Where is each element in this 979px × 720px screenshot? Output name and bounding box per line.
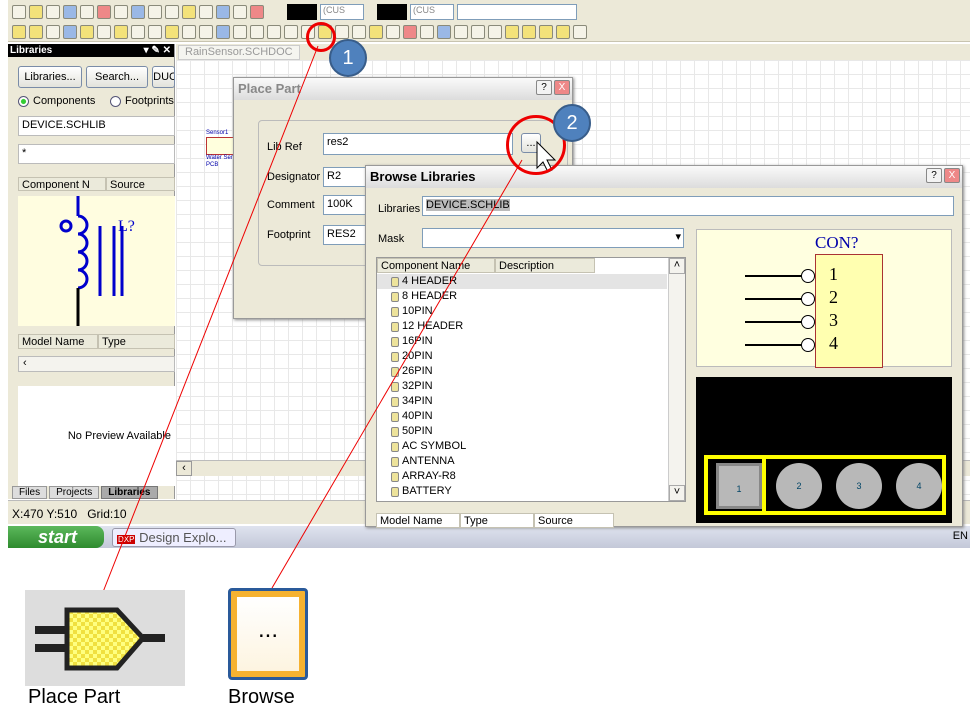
callout-2: 2 [553,104,591,142]
pointer-line-browse [271,159,523,589]
pointer-line-place-part [102,45,319,593]
place-part-large-icon [25,590,185,686]
browse-large-icon: ... [228,588,308,680]
callout-1: 1 [329,39,367,77]
browse-caption: Browse [228,686,295,708]
place-part-caption: Place Part [28,686,121,708]
